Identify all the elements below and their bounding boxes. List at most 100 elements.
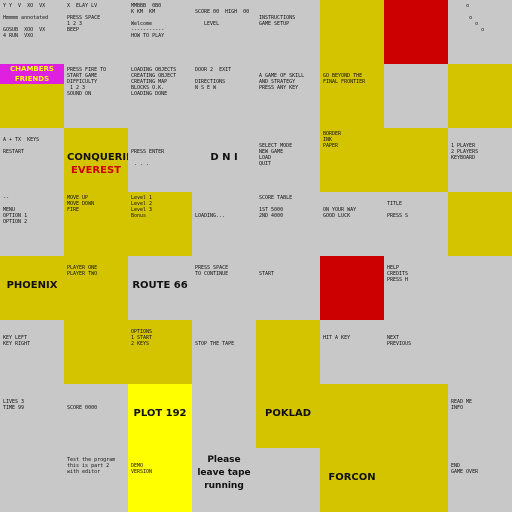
tile-text: 1 PLAYER 2 PLAYERS KEYBOARD [451, 143, 479, 161]
tile-text [195, 387, 253, 405]
tile-1-6 [384, 64, 448, 128]
tile-text: SCORE TABLE 1ST 5000 2ND 4000 [259, 195, 293, 219]
tile-text: PRESS SPACE TO CONTINUE [195, 265, 229, 277]
tile-0-0: Y Y V XO VX Hmmmm annotated GOSUB XOO VX… [0, 0, 64, 64]
tile-4-7 [448, 256, 512, 320]
tile-5-5: HIT A KEY [320, 320, 384, 384]
tile-1-1: PRESS FIRE TO START GAME DIFFICULTY 1 2 … [64, 64, 128, 128]
tile-1-2: LOADING OBJECTS CREATING OBJECT CREATING… [128, 64, 192, 128]
tile-5-0: KEY LEFT KEY RIGHT [0, 320, 64, 384]
tile-0-3: SCORE 00 HIGH 00 LEVEL [192, 0, 256, 64]
tile-text: END GAME OVER [451, 463, 479, 475]
tile-4-3: PRESS SPACE TO CONTINUE [192, 256, 256, 320]
tile-banner: CHAMBERS FRIENDS [0, 64, 64, 84]
tile-text: NEXT PREVIOUS [387, 335, 412, 347]
tile-headline: FORCON [328, 472, 376, 483]
tile-text: INSTRUCTIONS GAME SETUP [259, 15, 296, 27]
tile-text: Test the program this is part 2 with edi… [67, 457, 116, 475]
tile-2-2: PRESS ENTER . . . [128, 128, 192, 192]
tile-text: -- MENU OPTION 1 OPTION 2 [3, 195, 28, 225]
tile-3-6: TITLE PRESS S [384, 192, 448, 256]
tile-6-2: PLOT 192 [128, 384, 192, 448]
tile-0-4: INSTRUCTIONS GAME SETUP [256, 0, 320, 64]
tile-2-6 [384, 128, 448, 192]
tile-7-3: Please leave tape running [192, 448, 256, 512]
tile-0-1: X ELAY LV PRESS SPACE 1 2 3 BEEP [64, 0, 128, 64]
tile-7-0 [0, 448, 64, 512]
tile-text: BORDER INK PAPER [323, 131, 342, 149]
tile-7-5: FORCON [320, 448, 384, 512]
tile-text: DEMO VERSION [131, 463, 153, 475]
tile-headline: Please leave tape running [197, 455, 251, 491]
tile-6-1: SCORE 0000 [64, 384, 128, 448]
tile-text: SELECT MODE NEW GAME LOAD QUIT [259, 143, 293, 167]
tile-text: Level 1 Level 2 Level 3 Bonus [131, 195, 153, 219]
tile-text: SCORE 0000 [67, 405, 98, 411]
tile-text: GO BEYOND THE FINAL FRONTIER [323, 73, 366, 85]
tile-text: PRESS FIRE TO START GAME DIFFICULTY 1 2 … [67, 67, 107, 97]
tile-text: HELP CREDITS PRESS H [387, 265, 409, 283]
tile-headline: ROUTE 66 [132, 280, 188, 291]
tile-4-1: PLAYER ONE PLAYER TWO [64, 256, 128, 320]
tile-1-7 [448, 64, 512, 128]
tile-1-3: DOOR 2 EXIT DIRECTIONS N S E W [192, 64, 256, 128]
tile-text: PLAYER ONE PLAYER TWO [67, 265, 98, 277]
tile-text: STOP THE TAPE [195, 341, 235, 347]
tile-5-1 [64, 320, 128, 384]
tile-2-7: 1 PLAYER 2 PLAYERS KEYBOARD [448, 128, 512, 192]
tile-headline: PLOT 192 [133, 408, 187, 419]
tile-2-3: D N I [192, 128, 256, 192]
tile-text: MOVE UP MOVE DOWN FIRE [67, 195, 95, 213]
tile-4-4: START [256, 256, 320, 320]
tile-text: MMBBB 0B0 K KM KM Welcome ----------- HO… [131, 3, 165, 39]
tile-1-0: CHAMBERS FRIENDS [0, 64, 64, 128]
tile-0-5 [320, 0, 384, 64]
tile-5-3: STOP THE TAPE [192, 320, 256, 384]
tile-2-0: A + TX KEYS RESTART [0, 128, 64, 192]
tile-6-4: POKLAD [256, 384, 320, 448]
tile-5-2: OPTIONS 1 START 2 KEYS [128, 320, 192, 384]
tile-text: LOADING OBJECTS CREATING OBJECT CREATING… [131, 67, 177, 97]
tile-7-7: END GAME OVER [448, 448, 512, 512]
tile-7-1: Test the program this is part 2 with edi… [64, 448, 128, 512]
tile-3-7 [448, 192, 512, 256]
tile-text: LIVES 3 TIME 99 [3, 399, 25, 411]
tile-1-5: GO BEYOND THE FINAL FRONTIER [320, 64, 384, 128]
tile-text: LOADING... [195, 213, 226, 219]
tile-0-7: o o o o [448, 0, 512, 64]
tile-3-5: ON YOUR WAY GOOD LUCK [320, 192, 384, 256]
tile-7-6 [384, 448, 448, 512]
tile-3-1: MOVE UP MOVE DOWN FIRE [64, 192, 128, 256]
tile-3-0: -- MENU OPTION 1 OPTION 2 [0, 192, 64, 256]
tile-7-4 [256, 448, 320, 512]
tile-4-5 [320, 256, 384, 320]
tile-text: o o o o [466, 3, 485, 33]
tile-headline-2: EVEREST [71, 165, 121, 176]
tile-text: PRESS ENTER . . . [131, 149, 165, 167]
screenshot-grid: Y Y V XO VX Hmmmm annotated GOSUB XOO VX… [0, 0, 512, 512]
tile-headline: POKLAD [265, 408, 311, 419]
tile-0-6 [384, 0, 448, 64]
tile-2-5: BORDER INK PAPER [320, 128, 384, 192]
tile-text: ON YOUR WAY GOOD LUCK [323, 207, 357, 219]
tile-text [451, 323, 509, 341]
tile-6-7: READ ME INFO [448, 384, 512, 448]
tile-6-0: LIVES 3 TIME 99 [0, 384, 64, 448]
tile-5-7 [448, 320, 512, 384]
tile-5-4 [256, 320, 320, 384]
tile-7-2: DEMO VERSION [128, 448, 192, 512]
tile-1-4: A GAME OF SKILL AND STRATEGY PRESS ANY K… [256, 64, 320, 128]
tile-text: A GAME OF SKILL AND STRATEGY PRESS ANY K… [259, 73, 305, 91]
tile-text: A + TX KEYS RESTART [3, 137, 40, 155]
tile-text: START [259, 271, 275, 277]
tile-text: X ELAY LV PRESS SPACE 1 2 3 BEEP [67, 3, 101, 33]
tile-4-0: PHOENIX [0, 256, 64, 320]
tile-text: KEY LEFT KEY RIGHT [3, 335, 31, 347]
tile-6-3 [192, 384, 256, 448]
tile-6-6 [384, 384, 448, 448]
tile-text [3, 451, 61, 469]
tile-text: HIT A KEY [323, 335, 351, 341]
tile-6-5 [320, 384, 384, 448]
tile-text: TITLE PRESS S [387, 201, 409, 219]
tile-3-3: LOADING... [192, 192, 256, 256]
